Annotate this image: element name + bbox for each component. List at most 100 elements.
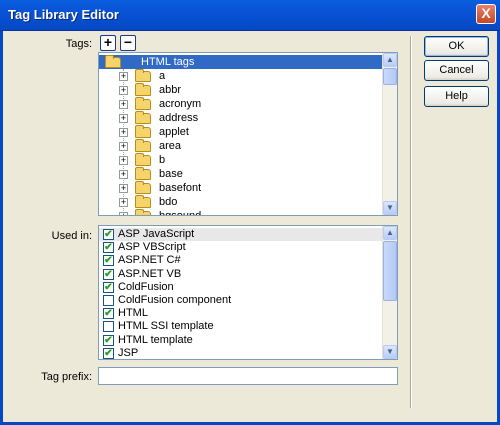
checkbox-checked[interactable]: ✔ [103,242,114,254]
check-icon: ✔ [104,229,113,240]
used-in-item[interactable]: ✔ JSP [99,346,384,359]
scroll-thumb[interactable] [383,241,397,301]
tree-item[interactable]: + a [99,69,384,83]
folder-icon [135,195,151,208]
used-in-label: ASP.NET VB [118,267,182,280]
used-in-label: ColdFusion [118,280,174,293]
tag-tree[interactable]: HTML tags + a + abbr + acronym + address + applet +… [98,52,398,216]
checkbox-checked[interactable]: ✔ [103,268,114,280]
tree-item-label: basefont [159,182,202,194]
tree-item-label: area [159,140,182,152]
help-button[interactable]: Help [424,86,489,107]
folder-icon [135,111,151,124]
check-icon: ✔ [104,255,113,267]
tag-prefix-input[interactable] [98,367,398,385]
expand-icon[interactable]: + [119,142,128,151]
close-button[interactable]: X [476,4,496,24]
tree-root-label: HTML tags [141,56,195,68]
used-in-label: JSP [118,346,139,359]
checkbox-checked[interactable]: ✔ [103,229,114,240]
check-icon: ✔ [104,347,113,359]
used-in-item[interactable]: ✔ ASP.NET C# [99,254,384,267]
used-in-item[interactable]: HTML SSI template [99,320,384,333]
tree-item-label: b [159,154,166,166]
used-in-scrollbar[interactable]: ▲ ▼ [382,226,397,359]
checkbox-checked[interactable]: ✔ [103,281,114,293]
folder-icon [135,83,151,96]
expand-icon[interactable]: + [119,100,128,109]
title-bar: Tag Library Editor X [0,0,500,31]
used-in-label: HTML SSI template [118,320,214,333]
remove-tag-button[interactable]: − [120,35,136,51]
tree-scrollbar[interactable]: ▲ ▼ [382,53,397,215]
used-in-label: Used in: [51,230,92,242]
used-in-item[interactable]: ✔ ASP JavaScript [99,228,384,241]
tree-item[interactable]: + bgsound [99,209,384,216]
used-in-label: ASP JavaScript [118,228,195,240]
plus-icon: + [103,34,113,50]
tree-item-label: applet [159,126,189,138]
expand-icon[interactable]: + [119,184,128,193]
expand-icon[interactable]: + [119,212,128,215]
scroll-up-arrow-icon[interactable]: ▲ [383,53,397,67]
used-in-list[interactable]: ✔ ASP JavaScript ✔ ASP VBScript ✔ ASP.NET C# ✔… [98,225,398,360]
tree-item[interactable]: + acronym [99,97,384,111]
used-in-label: ASP.NET C# [118,254,181,267]
used-in-item[interactable]: ✔ HTML template [99,334,384,347]
scroll-up-arrow-icon[interactable]: ▲ [383,226,397,240]
window-title: Tag Library Editor [8,7,119,22]
folder-icon [135,167,151,180]
check-icon: ✔ [104,334,113,346]
expand-icon[interactable]: + [119,86,128,95]
expand-icon[interactable]: + [119,156,128,165]
cancel-button[interactable]: Cancel [424,60,489,81]
folder-icon [135,209,151,215]
separator [410,36,412,408]
checkbox-checked[interactable]: ✔ [103,334,114,346]
checkbox-unchecked[interactable] [103,295,114,306]
close-icon: X [481,5,491,21]
add-tag-button[interactable]: + [100,35,116,51]
folder-icon [135,69,151,82]
check-icon: ✔ [104,242,113,254]
used-in-item[interactable]: ✔ ASP.NET VB [99,268,384,281]
tree-item[interactable]: + area [99,139,384,153]
checkbox-checked[interactable]: ✔ [103,308,114,320]
tag-prefix-label: Tag prefix: [41,371,92,383]
tree-item-label: bgsound [159,210,202,216]
tree-item[interactable]: + address [99,111,384,125]
tree-item[interactable]: + abbr [99,83,384,97]
used-in-item[interactable]: ✔ HTML [99,307,384,320]
checkbox-checked[interactable]: ✔ [103,255,114,267]
scroll-down-arrow-icon[interactable]: ▼ [383,345,397,359]
check-icon: ✔ [104,281,113,293]
tree-item[interactable]: + basefont [99,181,384,195]
tree-item[interactable]: + bdo [99,195,384,209]
used-in-label: ColdFusion component [118,294,232,306]
expand-icon[interactable]: + [119,72,128,81]
tree-item[interactable]: + b [99,153,384,167]
tree-item-label: abbr [159,84,182,96]
checkbox-checked[interactable]: ✔ [103,347,114,359]
tree-body: HTML tags + a + abbr + acronym + address + applet +… [99,53,384,216]
tree-item-label: acronym [159,98,202,110]
tree-item[interactable]: + applet [99,125,384,139]
scroll-down-arrow-icon[interactable]: ▼ [383,201,397,215]
minus-icon: − [123,34,133,50]
tree-item[interactable]: + base [99,167,384,181]
expand-icon[interactable]: + [119,170,128,179]
expand-icon[interactable]: + [119,128,128,137]
expand-icon[interactable]: + [119,198,128,207]
ok-button[interactable]: OK [424,36,489,57]
used-in-item[interactable]: ✔ ASP VBScript [99,241,384,254]
used-in-item[interactable]: ✔ ColdFusion [99,281,384,294]
scroll-thumb[interactable] [383,68,397,85]
expand-icon[interactable]: + [119,114,128,123]
open-folder-icon [105,55,121,68]
used-in-label: ASP VBScript [118,241,186,254]
tags-label: Tags: [65,38,92,50]
used-in-label: HTML template [118,333,193,346]
checkbox-unchecked[interactable] [103,321,114,333]
tree-root-html-tags[interactable]: HTML tags [99,55,384,69]
used-in-item[interactable]: ColdFusion component [99,294,384,307]
